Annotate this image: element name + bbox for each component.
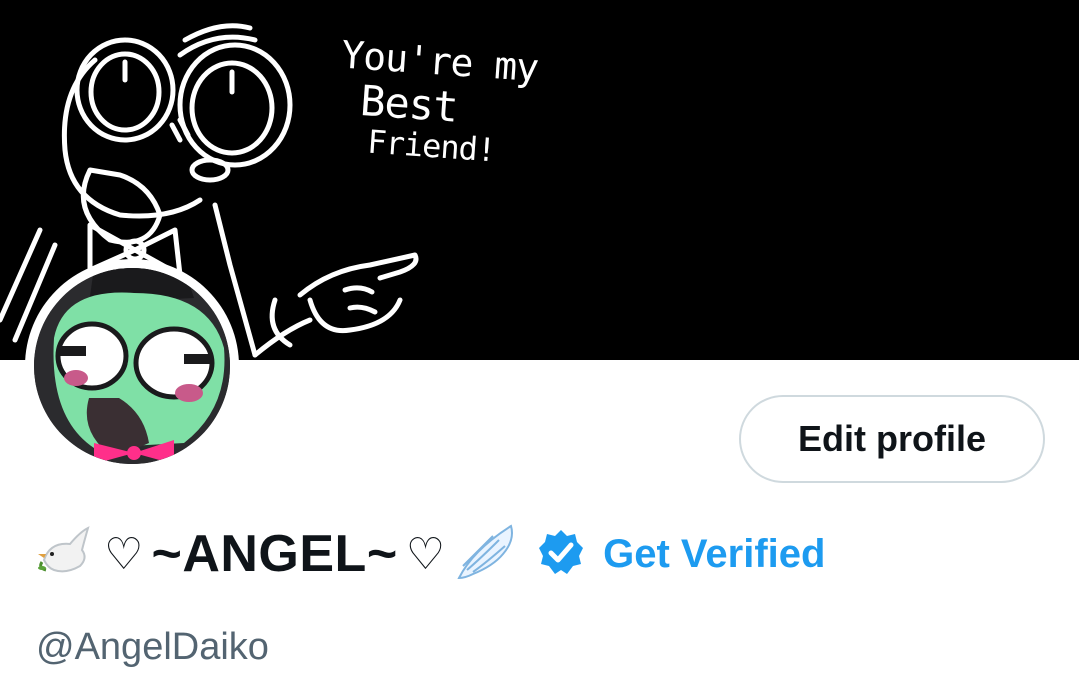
wing-icon bbox=[453, 520, 517, 589]
profile-page: You're my Best Friend! Edit profile ♡ ~A… bbox=[0, 0, 1079, 692]
dove-icon bbox=[36, 522, 96, 587]
heart-left: ♡ bbox=[104, 528, 144, 580]
profile-avatar[interactable] bbox=[25, 259, 239, 473]
display-name: ~ANGEL~ bbox=[151, 525, 398, 583]
banner-caption: You're my Best Friend! bbox=[326, 33, 554, 172]
profile-handle: @AngelDaiko bbox=[36, 626, 269, 668]
avatar-image bbox=[34, 268, 230, 464]
heart-right: ♡ bbox=[405, 528, 446, 580]
avatar-illustration bbox=[34, 268, 230, 464]
get-verified-link[interactable]: Get Verified bbox=[603, 532, 825, 577]
display-name-row: ♡ ~ANGEL~ ♡ Get Verified bbox=[36, 514, 825, 594]
edit-profile-button[interactable]: Edit profile bbox=[739, 395, 1045, 483]
verified-badge-icon[interactable] bbox=[537, 528, 585, 581]
